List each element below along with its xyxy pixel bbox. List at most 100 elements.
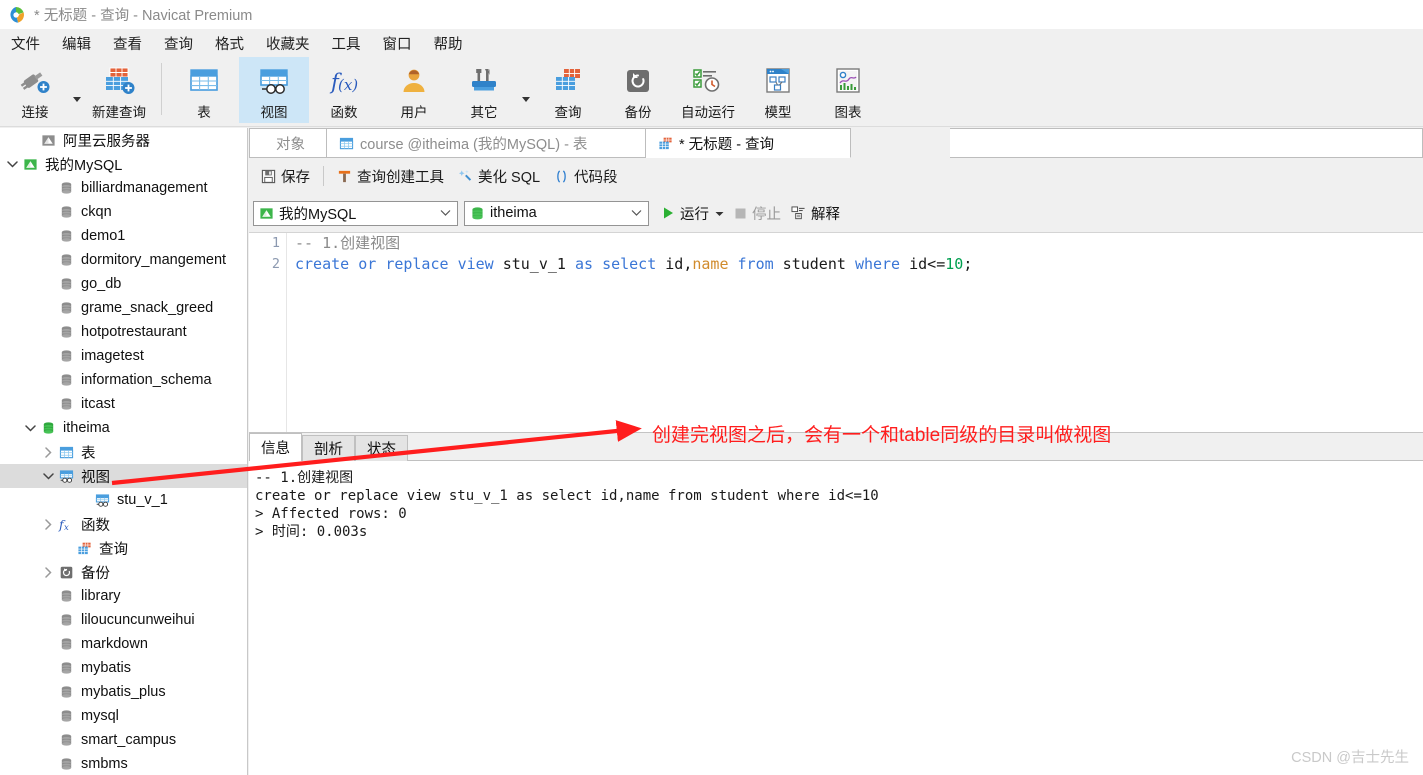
tree-item-7[interactable]: grame_snack_greed (0, 296, 247, 320)
code-token: create (295, 255, 350, 273)
ribbon-button-query[interactable]: 查询 (533, 57, 603, 123)
ribbon-button-backup[interactable]: 备份 (603, 57, 673, 123)
ribbon-button-plug-add[interactable]: 连接 (0, 57, 70, 123)
menu-item-7[interactable]: 窗口 (372, 30, 423, 57)
database-select[interactable]: itheima (464, 200, 649, 226)
ribbon-button-new-query[interactable]: 新建查询 (84, 57, 154, 123)
connection-value: 我的MySQL (279, 206, 357, 223)
backup-icon (623, 66, 653, 96)
menu-item-0[interactable]: 文件 (0, 30, 51, 57)
tree-item-0[interactable]: 阿里云服务器 (0, 128, 247, 152)
tree-item-16[interactable]: f x 函数 (0, 512, 247, 536)
ribbon-button-view[interactable]: 视图 (239, 57, 309, 123)
database-green-icon (38, 421, 58, 436)
code-token: ; (963, 255, 973, 273)
chevron-down-icon[interactable] (40, 472, 56, 481)
tree-item-label: smbms (81, 756, 128, 772)
explain-button[interactable]: 解释 (786, 200, 845, 227)
code-token: or (358, 255, 377, 273)
code-token: name (692, 255, 729, 273)
tree-item-22[interactable]: mybatis (0, 656, 247, 680)
menu-item-8[interactable]: 帮助 (423, 30, 474, 57)
menu-item-3[interactable]: 查询 (153, 30, 204, 57)
ribbon-button-other-tools[interactable]: 其它 (449, 57, 519, 123)
menu-item-4[interactable]: 格式 (204, 30, 255, 57)
tree-item-5[interactable]: dormitory_mangement (0, 248, 247, 272)
tree-item-10[interactable]: information_schema (0, 368, 247, 392)
database-gray-icon (56, 661, 76, 676)
database-gray-icon (56, 589, 76, 604)
chevron-down-icon[interactable] (4, 160, 20, 169)
beautify-sql-button[interactable]: 美化 SQL (451, 163, 547, 190)
chevron-right-icon[interactable] (40, 566, 56, 578)
ribbon-dropdown-caret-icon[interactable] (70, 57, 84, 123)
ribbon-button-function-fx[interactable]: f (x) 函数 (309, 57, 379, 123)
ribbon-button-label: 函数 (330, 105, 358, 120)
tree-item-23[interactable]: mybatis_plus (0, 680, 247, 704)
menu-item-5[interactable]: 收藏夹 (255, 30, 321, 57)
code-token: student (773, 255, 855, 273)
database-gray-icon (56, 757, 76, 772)
tree-item-12[interactable]: itheima (0, 416, 247, 440)
ribbon-button-label: 连接 (21, 105, 49, 120)
menu-bar: 文件 编辑 查看 查询 格式 收藏夹 工具 窗口 帮助 (0, 29, 1423, 57)
run-button[interactable]: 运行 (657, 200, 729, 227)
results-tab-1[interactable]: 剖析 (302, 435, 355, 461)
tree-item-21[interactable]: markdown (0, 632, 247, 656)
tree-item-3[interactable]: ckqn (0, 200, 247, 224)
connection-select[interactable]: 我的MySQL (253, 200, 458, 226)
query-builder-button[interactable]: 查询创建工具 (330, 163, 451, 190)
tree-item-8[interactable]: hotpotrestaurant (0, 320, 247, 344)
database-gray-icon (56, 349, 76, 364)
database-value: itheima (490, 205, 537, 221)
tree-item-11[interactable]: itcast (0, 392, 247, 416)
tree-item-6[interactable]: go_db (0, 272, 247, 296)
ribbon-button-chart[interactable]: 图表 (813, 57, 883, 123)
chart-icon (833, 66, 863, 96)
run-dropdown-caret-icon[interactable] (715, 205, 724, 221)
menu-item-2[interactable]: 查看 (102, 30, 153, 57)
tree-item-18[interactable]: 备份 (0, 560, 247, 584)
menu-item-6[interactable]: 工具 (321, 30, 372, 57)
tree-item-13[interactable]: 表 (0, 440, 247, 464)
ribbon-button-automation[interactable]: 自动运行 (673, 57, 743, 123)
tree-item-17[interactable]: 查询 (0, 536, 247, 560)
chevron-right-icon[interactable] (40, 446, 56, 458)
stop-button[interactable]: 停止 (729, 200, 786, 227)
editor-tab-2[interactable]: * 无标题 - 查询 (645, 128, 851, 158)
code-snippet-button[interactable]: 代码段 (547, 163, 625, 190)
table-blue-icon (56, 445, 76, 460)
tree-item-4[interactable]: demo1 (0, 224, 247, 248)
results-tab-0[interactable]: 信息 (249, 433, 302, 461)
results-tab-2[interactable]: 状态 (355, 435, 408, 461)
tree-item-14[interactable]: 视图 (0, 464, 247, 488)
ribbon-button-model[interactable]: 模型 (743, 57, 813, 123)
ribbon-button-table[interactable]: 表 (169, 57, 239, 123)
save-button[interactable]: 保存 (254, 163, 317, 190)
chevron-down-icon[interactable] (22, 424, 38, 433)
tree-item-1[interactable]: 我的MySQL (0, 152, 247, 176)
editor-tab-0[interactable]: 对象 (249, 128, 327, 158)
view-blue-icon (92, 493, 112, 508)
tree-item-26[interactable]: smbms (0, 752, 247, 775)
tree-item-9[interactable]: imagetest (0, 344, 247, 368)
chevron-right-icon[interactable] (40, 518, 56, 530)
chevron-down-icon[interactable] (627, 209, 645, 217)
ribbon-button-user[interactable]: 用户 (379, 57, 449, 123)
tree-item-19[interactable]: library (0, 584, 247, 608)
code-token: from (737, 255, 774, 273)
run-controls: 运行 停止 解释 (657, 200, 845, 227)
chevron-down-icon[interactable] (436, 209, 454, 217)
object-tree-sidebar[interactable]: 阿里云服务器 我的MySQL billiardmanagement ckqn d… (0, 128, 248, 775)
tree-item-25[interactable]: smart_campus (0, 728, 247, 752)
menu-item-1[interactable]: 编辑 (51, 30, 102, 57)
ribbon-dropdown-caret-icon[interactable] (519, 57, 533, 123)
tree-item-15[interactable]: stu_v_1 (0, 488, 247, 512)
tree-item-24[interactable]: mysql (0, 704, 247, 728)
tree-item-20[interactable]: liloucuncunweihui (0, 608, 247, 632)
tree-item-2[interactable]: billiardmanagement (0, 176, 247, 200)
results-output-text: -- 1.创建视图 create or replace view stu_v_1… (249, 461, 1423, 775)
editor-code-area[interactable]: -- 1.创建视图 create or replace view stu_v_1 … (295, 233, 1419, 275)
editor-tab-1[interactable]: course @itheima (我的MySQL) - 表 (326, 128, 646, 158)
